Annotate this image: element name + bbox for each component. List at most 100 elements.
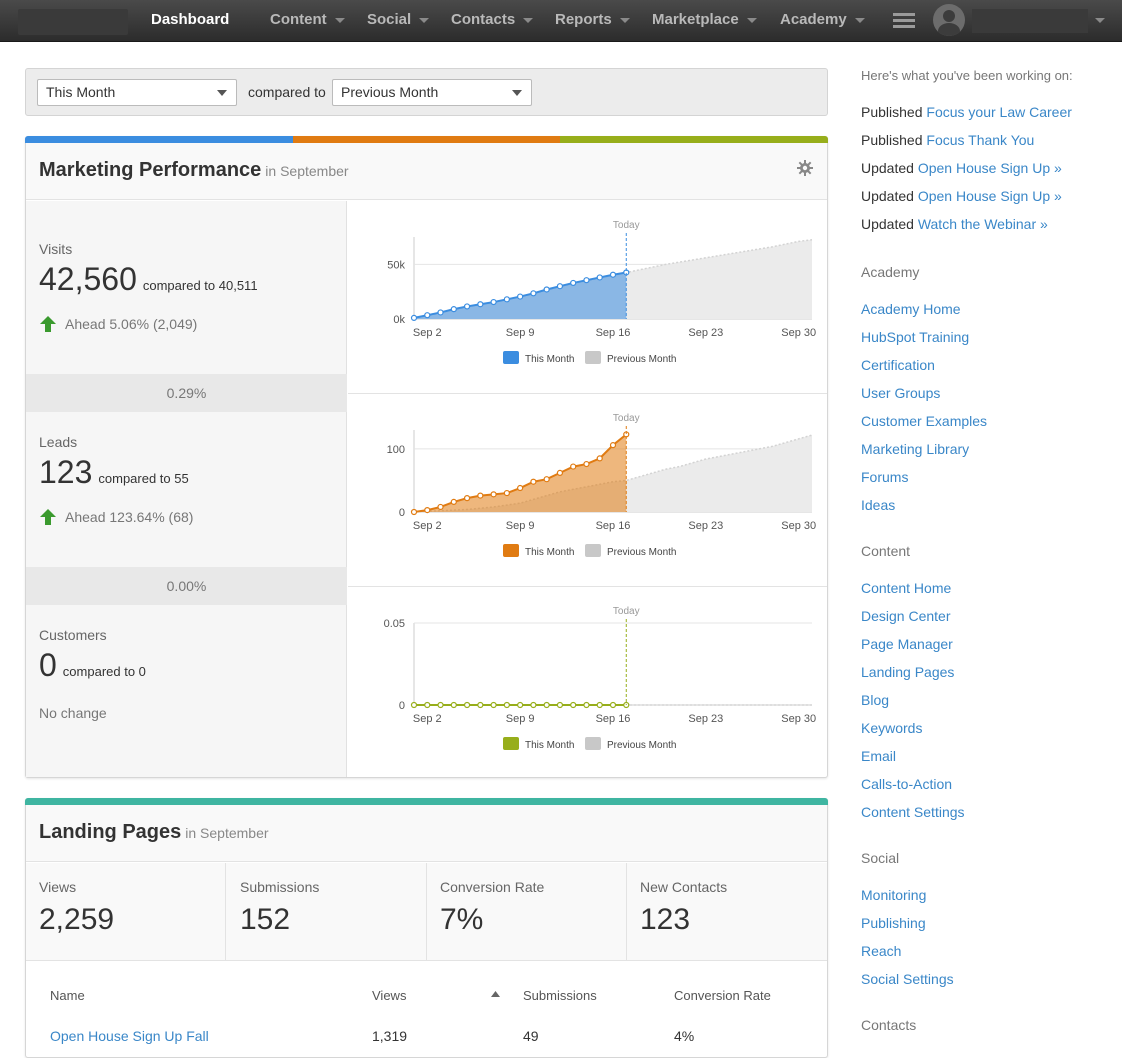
column-header-submissions[interactable]: Submissions [523, 988, 597, 1003]
menu-icon[interactable] [893, 13, 915, 29]
sidebar-link-content-home[interactable]: Content Home [861, 580, 951, 596]
nav-marketplace[interactable]: Marketplace [652, 0, 757, 42]
metric-label: Leads [39, 434, 78, 450]
sidebar-link-monitoring[interactable]: Monitoring [861, 887, 926, 903]
color-bar-segment [25, 798, 828, 805]
activity-link[interactable]: Focus Thank You [926, 132, 1034, 148]
sidebar-link-publishing[interactable]: Publishing [861, 915, 926, 931]
logo[interactable] [18, 9, 128, 35]
sidebar-link-blog[interactable]: Blog [861, 692, 889, 708]
data-point [609, 442, 617, 449]
data-point [437, 701, 444, 709]
sidebar-link-calls-to-action[interactable]: Calls-to-Action [861, 776, 952, 792]
sidebar-link-customer-examples[interactable]: Customer Examples [861, 413, 987, 429]
data-point [424, 312, 431, 319]
panel-color-bar [25, 798, 828, 805]
trend-text: Ahead 5.06% (2,049) [65, 316, 198, 332]
y-tick-label: 0.05 [384, 618, 405, 630]
data-point [503, 701, 510, 709]
chevron-down-icon [619, 17, 630, 23]
chart-svg: 0 100 Today Sep 2 Sep 9 Sep 16 Sep 23 Sep 30 Thi… [387, 413, 817, 558]
legend-label-previous-month: Previous Month [607, 354, 676, 365]
x-tick-label: Sep 16 [596, 327, 631, 339]
activity-link[interactable]: Watch the Webinar » [918, 216, 1048, 232]
sort-ascending-icon[interactable] [491, 991, 500, 997]
activity-action: Published [861, 132, 923, 148]
data-point [609, 701, 617, 709]
data-point [530, 478, 537, 485]
period-select[interactable]: This Month [37, 79, 237, 106]
chevron-down-icon[interactable] [1095, 18, 1105, 23]
nav-social[interactable]: Social [367, 0, 430, 42]
metric-label: Visits [39, 241, 73, 257]
sidebar-link-content-settings[interactable]: Content Settings [861, 804, 965, 820]
sidebar-link-marketing-library[interactable]: Marketing Library [861, 441, 969, 457]
column-header-name[interactable]: Name [50, 988, 85, 1003]
title-text: Marketing Performance [39, 159, 262, 181]
sidebar-link-page-manager[interactable]: Page Manager [861, 636, 953, 652]
metrics-column: Visits 42,560 compared to 40,511 Ahead 5.… [26, 201, 347, 777]
data-point [437, 309, 444, 316]
nav-dashboard[interactable]: Dashboard [151, 0, 229, 42]
activity-link[interactable]: Open House Sign Up » [918, 188, 1062, 204]
metric-leads: Leads 123 compared to 55 Ahead 123.64% (6… [39, 434, 193, 526]
stat-conversion-rate: Conversion Rate 7% [427, 863, 627, 961]
activity-item: Updated Watch the Webinar » [861, 216, 1048, 232]
column-header-conversion-rate[interactable]: Conversion Rate [674, 988, 771, 1003]
nav-content[interactable]: Content [270, 0, 345, 42]
sidebar-link-hubspot-training[interactable]: HubSpot Training [861, 329, 969, 345]
sidebar-link-keywords[interactable]: Keywords [861, 720, 922, 736]
column-header-views[interactable]: Views [372, 988, 406, 1003]
panel-color-bar [25, 136, 828, 143]
legend-swatch-this-month [503, 544, 519, 557]
sidebar-link-landing-pages[interactable]: Landing Pages [861, 664, 954, 680]
avatar[interactable] [933, 4, 965, 36]
x-tick-label: Sep 9 [506, 520, 535, 532]
activity-item: Published Focus your Law Career [861, 104, 1072, 120]
nav-label: Contacts [451, 11, 516, 28]
nav-contacts[interactable]: Contacts [451, 0, 534, 42]
sidebar-link-design-center[interactable]: Design Center [861, 608, 951, 624]
sidebar-link-ideas[interactable]: Ideas [861, 497, 895, 513]
nav-academy[interactable]: Academy [780, 0, 865, 42]
sidebar-link-academy-home[interactable]: Academy Home [861, 301, 961, 317]
data-point [463, 303, 471, 310]
data-point [570, 701, 577, 709]
legend-swatch-previous-month [585, 737, 601, 750]
metric-trend: Ahead 5.06% (2,049) [39, 315, 258, 333]
legend-label-previous-month: Previous Month [607, 547, 676, 558]
nav-reports[interactable]: Reports [555, 0, 630, 42]
date-filter-bar: This Month compared to Previous Month [25, 68, 828, 116]
legend-swatch-this-month [503, 351, 519, 364]
landing-page-link[interactable]: Open House Sign Up Fall [50, 1028, 209, 1044]
chart-svg: 0k 50k Today Sep 2 Sep 9 Sep 16 Sep 23 Sep 30 Th… [387, 220, 816, 365]
metric-number: 0 [39, 647, 57, 683]
nav-label: Reports [555, 11, 612, 28]
arrow-up-icon [40, 509, 56, 525]
sidebar-section-title: Academy [861, 264, 920, 280]
user-name[interactable] [972, 9, 1088, 33]
y-tick-label: 0 [399, 700, 405, 712]
panel-title: Landing Pages in September [39, 821, 269, 844]
gear-icon[interactable] [797, 160, 813, 176]
metric-value: 0 compared to 0 [39, 647, 146, 684]
comparison-select[interactable]: Previous Month [332, 79, 532, 106]
sidebar-link-email[interactable]: Email [861, 748, 896, 764]
activity-item: Updated Open House Sign Up » [861, 160, 1062, 176]
sidebar-link-social-settings[interactable]: Social Settings [861, 971, 954, 987]
x-tick-label: Sep 16 [596, 520, 631, 532]
metric-label: Customers [39, 627, 107, 643]
data-point [490, 298, 497, 306]
activity-link[interactable]: Focus your Law Career [926, 104, 1072, 120]
sidebar-link-forums[interactable]: Forums [861, 469, 908, 485]
sidebar-link-user-groups[interactable]: User Groups [861, 385, 940, 401]
legend-swatch-previous-month [585, 351, 601, 364]
sidebar-link-reach[interactable]: Reach [861, 943, 901, 959]
metric-value: 42,560 compared to 40,511 [39, 261, 258, 298]
chevron-down-icon [334, 17, 345, 23]
sidebar-link-certification[interactable]: Certification [861, 357, 935, 373]
metric-number: 123 [39, 454, 93, 490]
activity-link[interactable]: Open House Sign Up » [918, 160, 1062, 176]
legend-label-previous-month: Previous Month [607, 740, 676, 751]
sidebar-section-title: Contacts [861, 1017, 917, 1033]
